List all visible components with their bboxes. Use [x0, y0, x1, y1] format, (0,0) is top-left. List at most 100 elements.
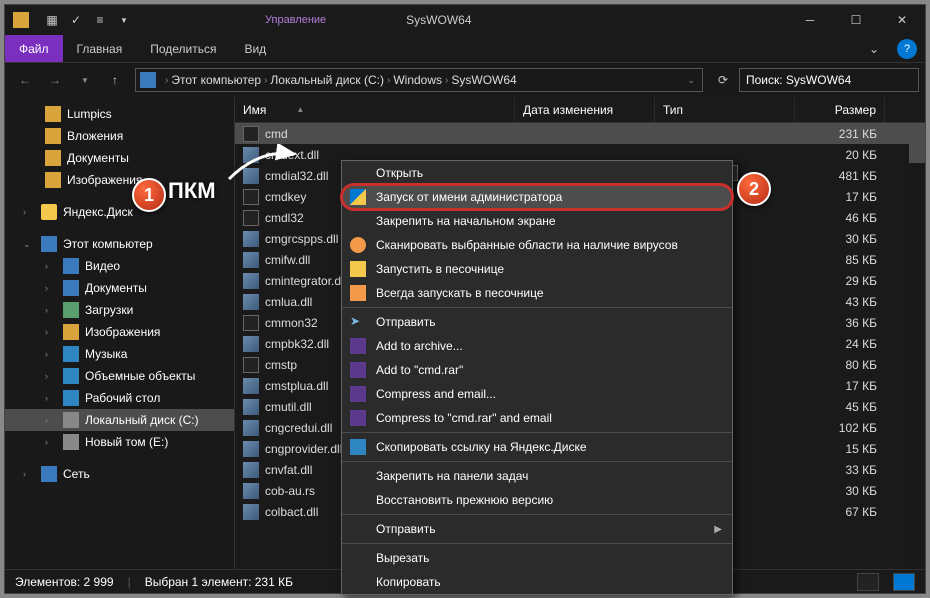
ctx-pin-start[interactable]: Закрепить на начальном экране	[342, 209, 732, 233]
ctx-sandbox[interactable]: Запустить в песочнице	[342, 257, 732, 281]
chevron-right-icon[interactable]: ›	[264, 75, 267, 86]
tree-yandex-disk[interactable]: ›Яндекс.Диск	[5, 201, 234, 223]
qat-properties-icon[interactable]: ▦	[41, 9, 63, 31]
ctx-add-archive[interactable]: Add to archive...	[342, 334, 732, 358]
scrollbar[interactable]	[909, 123, 925, 569]
ctx-restore-version[interactable]: Восстановить прежнюю версию	[342, 488, 732, 512]
qat-undo-icon[interactable]: ≡	[89, 9, 111, 31]
avast-icon	[350, 237, 366, 253]
nav-bar: ← → ▼ ↑ › Этот компьютер › Локальный дис…	[5, 63, 925, 97]
tree-3d-objects[interactable]: ›Объемные объекты	[5, 365, 234, 387]
scrollbar-thumb[interactable]	[909, 123, 925, 163]
nav-back-button[interactable]: ←	[11, 66, 39, 94]
ctx-send-to[interactable]: ➤Отправить	[342, 310, 732, 334]
file-icon	[243, 378, 259, 394]
search-placeholder: Поиск: SysWOW64	[746, 73, 851, 87]
tab-file[interactable]: Файл	[5, 35, 63, 62]
send-icon: ➤	[350, 314, 366, 330]
shield-icon	[350, 189, 366, 205]
minimize-button[interactable]: ─	[787, 5, 833, 35]
tree-attachments[interactable]: Вложения	[5, 125, 234, 147]
col-type[interactable]: Тип	[655, 97, 795, 122]
ctx-sandbox-always[interactable]: Всегда запускать в песочнице	[342, 281, 732, 305]
file-size: 20 КБ	[795, 148, 885, 162]
crumb-pc[interactable]: Этот компьютер	[171, 73, 261, 87]
winrar-icon	[350, 362, 366, 378]
file-icon	[243, 315, 259, 331]
file-size: 46 КБ	[795, 211, 885, 225]
tab-view[interactable]: Вид	[230, 35, 280, 62]
desktop-icon	[63, 390, 79, 406]
chevron-right-icon[interactable]: ›	[387, 75, 390, 86]
ctx-compress-rar-email[interactable]: Compress to "cmd.rar" and email	[342, 406, 732, 430]
nav-up-button[interactable]: ↑	[101, 66, 129, 94]
qat-new-folder-icon[interactable]: ✓	[65, 9, 87, 31]
tree-new-volume-e[interactable]: ›Новый том (E:)	[5, 431, 234, 453]
tree-music[interactable]: ›Музыка	[5, 343, 234, 365]
chevron-right-icon[interactable]: ›	[445, 75, 448, 86]
col-size[interactable]: Размер	[795, 97, 885, 122]
crumb-disk[interactable]: Локальный диск (C:)	[270, 73, 384, 87]
file-icon	[243, 399, 259, 415]
tree-this-pc[interactable]: ⌄Этот компьютер	[5, 233, 234, 255]
tree-documents2[interactable]: ›Документы	[5, 277, 234, 299]
file-icon	[243, 504, 259, 520]
file-size: 67 КБ	[795, 505, 885, 519]
file-icon	[243, 189, 259, 205]
ribbon-tabs: Файл Главная Поделиться Вид Средства раб…	[5, 35, 925, 63]
col-name[interactable]: Имя	[235, 97, 515, 122]
crumb-windows[interactable]: Windows	[393, 73, 442, 87]
ctx-send-to2[interactable]: Отправить▶	[342, 517, 732, 541]
tree-downloads[interactable]: ›Загрузки	[5, 299, 234, 321]
file-size: 43 КБ	[795, 295, 885, 309]
address-bar[interactable]: › Этот компьютер › Локальный диск (C:) ›…	[135, 68, 703, 92]
tree-lumpics[interactable]: Lumpics	[5, 103, 234, 125]
refresh-button[interactable]: ⟳	[709, 68, 737, 92]
crumb-folder[interactable]: SysWOW64	[451, 73, 516, 87]
file-icon	[243, 252, 259, 268]
ribbon-context-label: Управление	[265, 14, 326, 26]
ctx-add-rar[interactable]: Add to "cmd.rar"	[342, 358, 732, 382]
tree-network[interactable]: ›Сеть	[5, 463, 234, 485]
annotation-badge-2: 2	[737, 172, 771, 206]
ctx-run-as-admin[interactable]: Запуск от имени администратора	[342, 185, 732, 209]
tree-desktop[interactable]: ›Рабочий стол	[5, 387, 234, 409]
app-icon	[13, 12, 29, 28]
tree-images2[interactable]: ›Изображения	[5, 321, 234, 343]
search-input[interactable]: Поиск: SysWOW64	[739, 68, 919, 92]
tree-local-disk-c[interactable]: ›Локальный диск (C:)	[5, 409, 234, 431]
tab-share[interactable]: Поделиться	[136, 35, 230, 62]
collapse-icon[interactable]: ⌄	[23, 239, 35, 250]
address-dropdown-icon[interactable]: ⌄	[687, 75, 695, 86]
annotation-pkm-label: ПКМ	[168, 178, 216, 204]
qat-dropdown-icon[interactable]: ▼	[113, 9, 135, 31]
winrar-icon	[350, 410, 366, 426]
file-row[interactable]: cmd231 КБ	[235, 123, 925, 144]
close-button[interactable]: ✕	[879, 5, 925, 35]
annotation-badge-1: 1	[132, 178, 166, 212]
tab-home[interactable]: Главная	[63, 35, 137, 62]
ctx-open[interactable]: Открыть	[342, 161, 732, 185]
disk-icon	[63, 412, 79, 428]
ctx-yandex-link[interactable]: Скопировать ссылку на Яндекс.Диске	[342, 435, 732, 459]
chevron-right-icon[interactable]: ›	[165, 75, 168, 86]
ctx-compress-email[interactable]: Compress and email...	[342, 382, 732, 406]
ctx-pin-taskbar[interactable]: Закрепить на панели задач	[342, 464, 732, 488]
tree-video[interactable]: ›Видео	[5, 255, 234, 277]
tree-documents[interactable]: Документы	[5, 147, 234, 169]
ctx-cut[interactable]: Вырезать	[342, 546, 732, 570]
expand-icon[interactable]: ›	[23, 207, 35, 217]
view-details-button[interactable]	[857, 573, 879, 591]
sandbox-icon	[350, 261, 366, 277]
view-icons-button[interactable]	[893, 573, 915, 591]
col-date[interactable]: Дата изменения	[515, 97, 655, 122]
documents-icon	[63, 280, 79, 296]
nav-history-dropdown[interactable]: ▼	[71, 66, 99, 94]
maximize-button[interactable]: ☐	[833, 5, 879, 35]
help-icon[interactable]: ?	[897, 39, 917, 59]
ctx-copy[interactable]: Копировать	[342, 570, 732, 594]
ribbon-expand-icon[interactable]: ⌄	[859, 35, 889, 62]
ctx-scan-virus[interactable]: Сканировать выбранные области на наличие…	[342, 233, 732, 257]
downloads-icon	[63, 302, 79, 318]
file-size: 29 КБ	[795, 274, 885, 288]
